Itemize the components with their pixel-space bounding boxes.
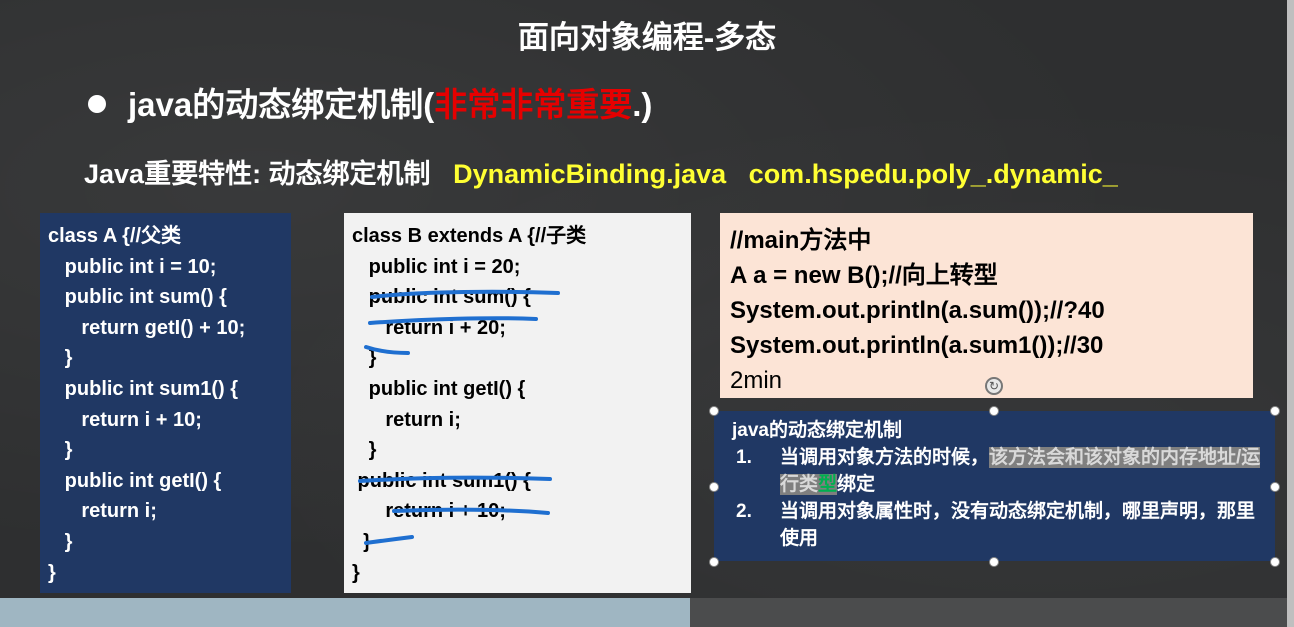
class-b-code-box[interactable]: class B extends A {//子类 public int i = 2… (344, 213, 691, 593)
rule-number: 1. (736, 447, 752, 468)
rule-item-1: 1. 当调用对象方法的时候，该方法会和该对象的内存地址/运行类型绑定 (726, 444, 1263, 498)
resize-handle[interactable] (1270, 406, 1280, 416)
code-line: } (352, 347, 377, 370)
chalk-tray-right (690, 598, 1294, 627)
resize-handle[interactable] (1270, 482, 1280, 492)
code-line: return i; (48, 500, 157, 523)
code-line: return getI() + 10; (48, 316, 246, 339)
code-line: } (352, 439, 377, 462)
dynamic-binding-rules-box[interactable]: java的动态绑定机制 1. 当调用对象方法的时候，该方法会和该对象的内存地址/… (714, 411, 1275, 561)
code-line: return i + 20; (352, 316, 506, 339)
code-line: return i; (352, 408, 461, 431)
resize-handle[interactable] (709, 482, 719, 492)
code-line: public int sum() { (352, 286, 531, 309)
code-line: } (352, 530, 371, 553)
code-line: public int getI() { (352, 377, 526, 400)
slide-title: 面向对象编程-多态 (517, 20, 777, 55)
bottom-decoration (0, 598, 1294, 627)
feature-file: DynamicBinding.java (453, 159, 727, 189)
resize-handle[interactable] (709, 557, 719, 567)
code-line: return i + 10; (352, 500, 506, 523)
rule-text: 当调用对象方法的时候，该方法会和该对象的内存地址/运行类型绑定 (780, 444, 1263, 498)
main-line: //main方法中 (730, 227, 872, 254)
main-line: A a = new B();//向上转型 (730, 262, 998, 289)
main-line: System.out.println(a.sum1());//30 (730, 332, 1104, 359)
code-line: public int sum() { (48, 286, 227, 309)
feature-line: Java重要特性: 动态绑定机制 DynamicBinding.java com… (84, 152, 1118, 191)
code-line: class A {//父类 (48, 225, 182, 247)
code-line: public int i = 10; (48, 255, 217, 278)
code-line: } (48, 530, 73, 553)
resize-handle[interactable] (989, 557, 999, 567)
rule-text-part: 绑定 (837, 474, 876, 495)
code-line: } (48, 347, 73, 370)
main-method-box[interactable]: //main方法中 A a = new B();//向上转型 System.ou… (720, 213, 1253, 398)
main-line: System.out.println(a.sum());//?40 (730, 297, 1105, 324)
feature-label: Java重要特性: 动态绑定机制 (84, 159, 431, 189)
resize-handle[interactable] (1270, 557, 1280, 567)
code-line: public int getI() { (48, 469, 222, 492)
code-line: class B extends A {//子类 (352, 225, 587, 247)
chalk-tray-left (0, 598, 690, 627)
rotate-handle-icon[interactable]: ↻ (985, 377, 1003, 395)
rules-title: java的动态绑定机制 (732, 420, 902, 441)
bullet-prefix: java的动态绑定机制( (128, 86, 435, 123)
rule-item-2: 2. 当调用对象属性时，没有动态绑定机制，哪里声明，那里使用 (726, 498, 1263, 552)
resize-handle[interactable] (709, 406, 719, 416)
resize-handle[interactable] (989, 406, 999, 416)
rule-text: 当调用对象属性时，没有动态绑定机制，哪里声明，那里使用 (780, 501, 1256, 549)
class-a-code-box[interactable]: class A {//父类 public int i = 10; public … (40, 213, 291, 593)
bullet-heading: java的动态绑定机制(非常非常重要.) (88, 78, 652, 126)
bullet-dot-icon (88, 95, 106, 114)
bullet-emphasis: 非常非常重要 (434, 86, 633, 123)
rule-number: 2. (736, 501, 752, 522)
code-line: } (352, 561, 360, 584)
scrollbar[interactable] (1287, 0, 1294, 627)
code-line: public int sum1() { (352, 469, 531, 492)
feature-package: com.hspedu.poly_.dynamic_ (748, 159, 1118, 189)
code-line: } (48, 561, 56, 584)
rule-text-green: 型 (818, 474, 838, 495)
code-line: public int sum1() { (48, 377, 239, 400)
code-line: return i + 10; (48, 408, 202, 431)
rule-text-part: 当调用对象方法的时候， (780, 447, 990, 468)
bullet-suffix: .) (632, 86, 653, 123)
code-line: public int i = 20; (352, 255, 521, 278)
code-line: } (48, 439, 73, 462)
